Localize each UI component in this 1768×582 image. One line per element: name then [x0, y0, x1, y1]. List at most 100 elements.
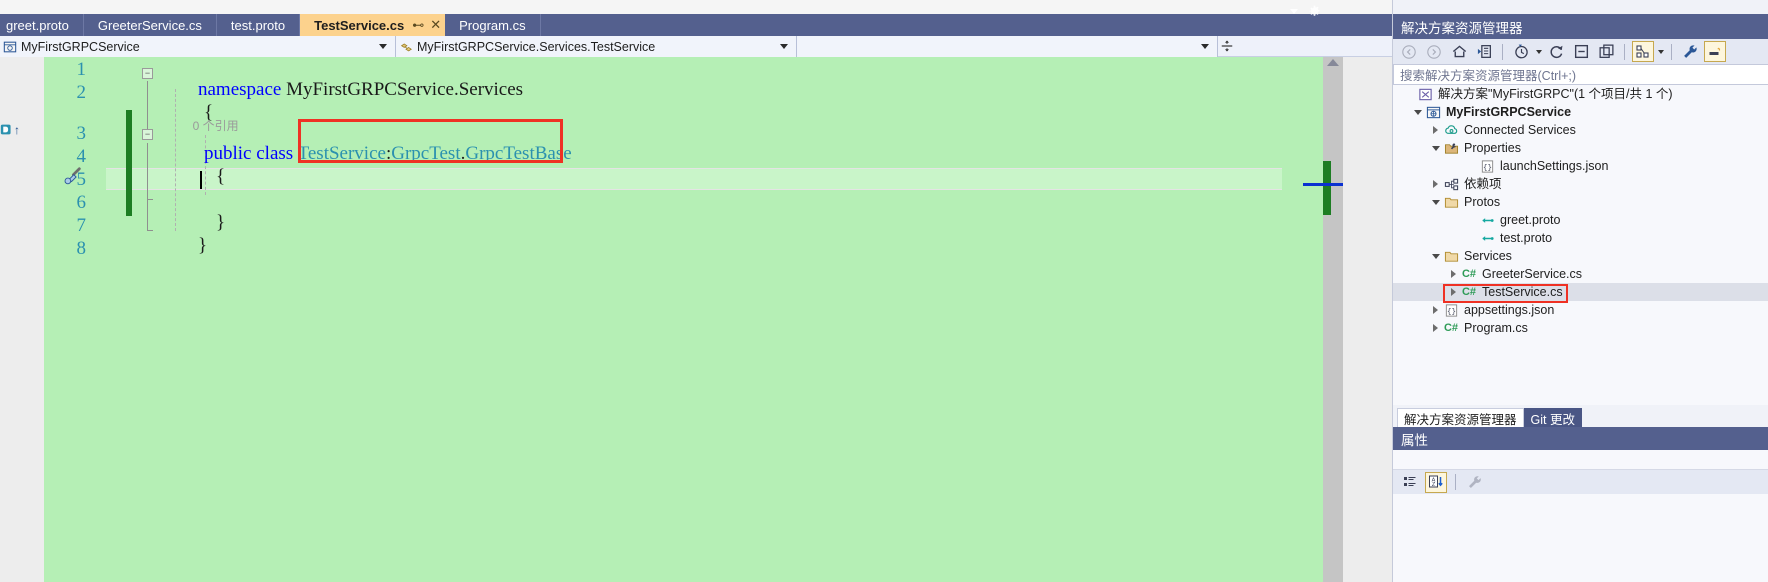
properties-panel-title: 属性	[1393, 427, 1768, 450]
collapse-namespace-icon[interactable]: −	[142, 68, 153, 79]
twisty-collapsed-icon[interactable]	[1447, 265, 1460, 283]
tree-item-dependencies[interactable]: 依赖项	[1393, 175, 1768, 193]
twisty-collapsed-icon[interactable]	[1447, 283, 1460, 301]
svg-text:{}: {}	[1446, 308, 1455, 316]
collapse-all-icon[interactable]	[1570, 41, 1592, 62]
editor-tab-greet-proto[interactable]: greet.proto	[0, 14, 84, 36]
twisty-expanded-icon[interactable]	[1429, 139, 1442, 157]
tree-item-label: Program.cs	[1464, 321, 1528, 335]
editor-tab-test-proto[interactable]: test.proto	[216, 14, 301, 36]
navbar-project-dropdown[interactable]: MyFirstGRPCService	[0, 36, 396, 57]
tree-item-solution[interactable]: 解决方案"MyFirstGRPC"(1 个项目/共 1 个)	[1393, 85, 1768, 103]
properties-wrench-icon[interactable]	[1679, 41, 1701, 62]
tree-item-protos-folder[interactable]: Protos	[1393, 193, 1768, 211]
line-number: 1	[76, 59, 87, 80]
pending-changes-icon[interactable]	[1473, 41, 1495, 62]
solution-explorer-search-input[interactable]: 搜索解决方案资源管理器(Ctrl+;)	[1393, 64, 1768, 85]
twisty-expanded-icon[interactable]	[1429, 247, 1442, 265]
twisty-collapsed-icon[interactable]	[1429, 301, 1442, 319]
gear-icon[interactable]	[1308, 5, 1321, 18]
code-token: }	[198, 235, 208, 256]
back-icon[interactable]	[1398, 41, 1420, 62]
scroll-up-arrow-icon[interactable]	[1327, 59, 1339, 66]
categorized-icon[interactable]	[1399, 472, 1421, 493]
tab-label: Git 更改	[1530, 412, 1575, 427]
tree-item-program-cs[interactable]: C# Program.cs	[1393, 319, 1768, 337]
tab-solution-explorer[interactable]: 解决方案资源管理器	[1397, 408, 1524, 427]
alphabetical-sort-icon[interactable]: A Z	[1425, 471, 1447, 493]
show-all-files-icon[interactable]	[1595, 41, 1617, 62]
tree-item-greeterservice-cs[interactable]: C# GreeterService.cs	[1393, 265, 1768, 283]
editor-tab-label: GreeterService.cs	[97, 17, 202, 33]
twisty-expanded-icon[interactable]	[1411, 103, 1424, 121]
code-token: GrpcTest	[391, 143, 461, 164]
tree-item-label: MyFirstGRPCService	[1446, 105, 1572, 119]
twisty-collapsed-icon[interactable]	[1429, 175, 1442, 193]
tree-item-label: 依赖项	[1464, 177, 1502, 191]
tab-overflow-chevron-down-icon[interactable]	[1290, 8, 1298, 14]
code-token: {	[216, 166, 226, 187]
chevron-down-icon[interactable]	[1201, 44, 1209, 49]
code-text-surface[interactable]: − − 1 2 3 4 5 6 7 8 namespace MyFirstGRP…	[44, 57, 1343, 582]
twisty-none	[1465, 229, 1478, 247]
chevron-down-icon[interactable]	[780, 44, 788, 49]
property-pages-wrench-icon[interactable]	[1464, 472, 1486, 493]
outline-vertical-line	[147, 143, 148, 199]
tree-item-greet-proto[interactable]: greet.proto	[1393, 211, 1768, 229]
chevron-down-icon[interactable]	[379, 44, 387, 49]
solution-icon	[1416, 86, 1434, 102]
chevron-down-icon[interactable]	[1536, 49, 1542, 54]
chevron-down-icon[interactable]	[1658, 49, 1664, 54]
search-placeholder-text: 搜索解决方案资源管理器(Ctrl+;)	[1400, 69, 1577, 83]
editor-tab-label: Program.cs	[459, 17, 526, 33]
tree-item-properties[interactable]: Properties	[1393, 139, 1768, 157]
properties-grid[interactable]	[1393, 494, 1768, 582]
proto-icon	[1478, 230, 1496, 246]
proto-icon	[1478, 212, 1496, 228]
code-editor[interactable]: ↑ − − 1 2 3 4 5 6 7 8 namespace MyFirstG…	[0, 57, 1392, 582]
twisty-collapsed-icon[interactable]	[1429, 319, 1442, 337]
tree-item-test-proto[interactable]: test.proto	[1393, 229, 1768, 247]
editor-vertical-scrollbar[interactable]	[1323, 57, 1343, 582]
refresh-icon[interactable]	[1545, 41, 1567, 62]
properties-title-label: 属性	[1401, 432, 1428, 448]
navbar-type-dropdown[interactable]: MyFirstGRPCService.Services.TestService	[396, 36, 797, 57]
home-icon[interactable]	[1448, 41, 1470, 62]
pin-tab-icon[interactable]: ⊷	[412, 18, 424, 32]
editor-navigation-bar: MyFirstGRPCService MyFirstGRPCService.Se…	[0, 36, 1392, 57]
close-tab-icon[interactable]: ✕	[430, 17, 441, 33]
editor-tab-testservice-cs[interactable]: TestService.cs ⊷ ✕	[300, 14, 446, 36]
code-token: }	[216, 212, 226, 233]
tree-item-project[interactable]: MyFirstGRPCService	[1393, 103, 1768, 121]
text-caret	[200, 171, 202, 189]
tree-item-connected-services[interactable]: Connected Services	[1393, 121, 1768, 139]
split-window-icon[interactable]	[1218, 36, 1236, 56]
tree-item-testservice-cs[interactable]: C# TestService.cs	[1393, 283, 1768, 301]
twisty-expanded-icon[interactable]	[1429, 193, 1442, 211]
code-line-3: public class TestService:GrpcTest.GrpcTe…	[166, 121, 572, 187]
change-tracking-bar	[126, 110, 132, 216]
navbar-member-dropdown[interactable]	[797, 36, 1218, 57]
scrollbar-caret-marker	[1303, 183, 1343, 186]
tab-git-changes[interactable]: Git 更改	[1523, 408, 1582, 427]
tree-item-services-folder[interactable]: Services	[1393, 247, 1768, 265]
forward-icon[interactable]	[1423, 41, 1445, 62]
collapse-class-icon[interactable]: −	[142, 129, 153, 140]
line-number: 8	[76, 238, 87, 259]
view-class-diagram-icon[interactable]	[1632, 41, 1654, 62]
twisty-collapsed-icon[interactable]	[1429, 121, 1442, 139]
screwdriver-quick-actions-icon[interactable]	[61, 166, 83, 193]
properties-object-selector[interactable]	[1393, 450, 1768, 470]
tree-item-appsettings-json[interactable]: {} appsettings.json	[1393, 301, 1768, 319]
json-icon: {}	[1442, 302, 1460, 318]
twisty-none	[1403, 85, 1416, 103]
preview-selected-items-icon[interactable]	[1704, 41, 1726, 62]
tree-item-launchsettings-json[interactable]: {} launchSettings.json	[1393, 157, 1768, 175]
solution-explorer-tree[interactable]: 解决方案"MyFirstGRPC"(1 个项目/共 1 个) MyFirstGR…	[1393, 85, 1768, 405]
bookmark-navigate-icon[interactable]: ↑	[0, 123, 20, 136]
folder-icon	[1442, 194, 1460, 210]
history-icon[interactable]	[1510, 41, 1532, 62]
line-number: 2	[76, 82, 87, 103]
editor-tab-program-cs[interactable]: Program.cs	[445, 14, 541, 36]
editor-tab-greeterservice-cs[interactable]: GreeterService.cs	[83, 14, 217, 36]
